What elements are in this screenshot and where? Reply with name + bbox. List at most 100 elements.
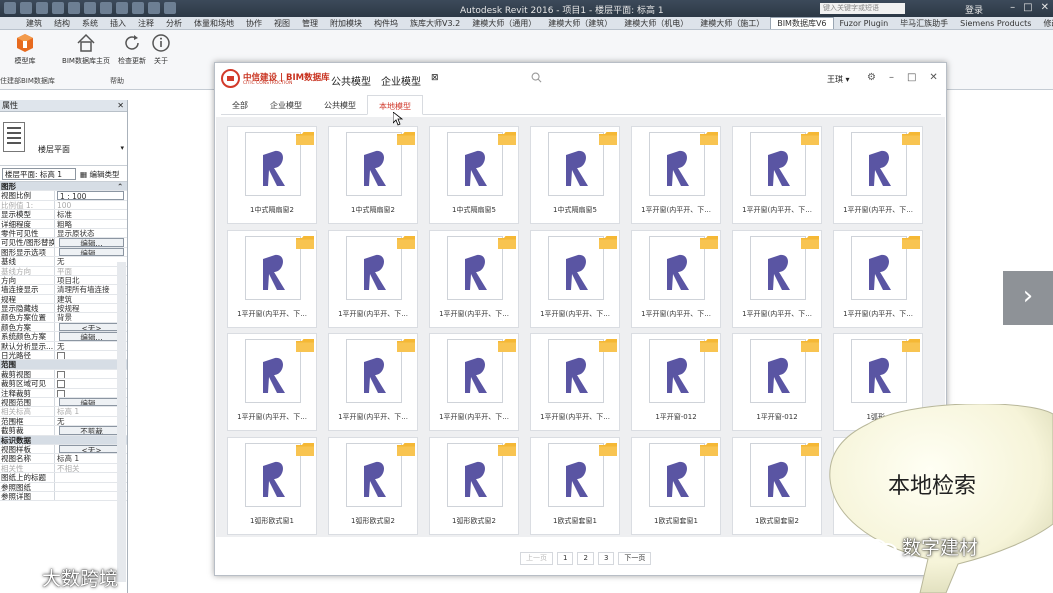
close-icon[interactable]: ✕ [929,72,937,83]
model-card[interactable]: 1欧式窗套窗2 [732,436,822,535]
ribbon-tab[interactable]: 建模大师（机电） [618,18,694,29]
model-card[interactable]: 1平开窗(内平开、下... [429,333,519,431]
model-card[interactable]: 1平开窗-012 [631,333,721,431]
ribbon-tab[interactable]: 系统 [76,18,104,29]
ribbon-tab[interactable]: Siemens Products [954,19,1037,28]
property-edit-button[interactable]: 不剪裁 [59,426,124,435]
model-card[interactable]: 1平开窗(内平开、下... [631,126,721,224]
minimize-icon[interactable]: – [1010,2,1015,13]
model-card[interactable]: 1平开窗(内平开、下... [328,229,418,328]
ribbon-tab[interactable]: 体量和场地 [188,18,240,29]
next-page-button[interactable]: 下一页 [618,552,652,565]
model-card[interactable]: 1弧形欧式窗1 [227,436,317,535]
ribbon-tab[interactable]: Fuzor Plugin [834,19,895,28]
model-card[interactable]: 1欧式窗套窗1 [631,436,721,535]
model-card[interactable]: 1欧式窗套窗1 [530,436,620,535]
model-card[interactable]: 1中式隔扇窗5 [530,126,620,224]
print-icon[interactable] [84,2,96,14]
collapse-icon[interactable]: ⌃ [115,182,127,190]
help-search-input[interactable]: 键入关键字或短语 [820,3,905,14]
ribbon-tab[interactable]: 视图 [268,18,296,29]
ribbon-tab[interactable]: 结构 [48,18,76,29]
ribbon-tab[interactable]: 建模大师（施工） [694,18,770,29]
property-value[interactable]: 1 : 100 [57,191,124,200]
nav-enterprise-models[interactable]: 企业模型 [381,73,421,88]
model-card[interactable]: 1平开窗(内平开、下... [833,229,923,328]
edit-type-button[interactable]: ▦ 编辑类型 [80,169,119,180]
tab-all[interactable]: 全部 [221,95,259,114]
model-card[interactable]: 1中式隔扇窗5 [429,126,519,224]
next-slide-button[interactable]: › [1003,271,1053,325]
page-2-button[interactable]: 2 [577,552,594,565]
ribbon-tab[interactable]: 建模大师（通用） [466,18,542,29]
property-edit-button[interactable]: 编辑... [59,238,124,247]
ribbon-tab[interactable]: 建模大师（建筑） [542,18,618,29]
page-3-button[interactable]: 3 [597,552,615,565]
model-card[interactable]: 1平开窗(内平开、下... [227,333,317,431]
model-card[interactable]: 1弧形欧式窗2 [429,436,519,535]
ribbon-tab[interactable]: 族库大师V3.2 [404,18,466,29]
property-edit-button[interactable]: <无> [59,322,124,332]
close-icon[interactable]: ✕ [1041,2,1049,13]
ribbon-tab[interactable]: 附加模块 [324,18,368,29]
section-icon[interactable] [148,2,160,14]
maximize-icon[interactable]: □ [1023,2,1032,13]
prev-page-button[interactable]: 上一页 [520,552,553,565]
model-card[interactable]: 1平开窗(内平开、下... [530,333,620,431]
model-card[interactable]: 1平开窗(内平开、下... [833,126,923,224]
close-icon[interactable]: ✕ [117,100,124,112]
model-card[interactable]: 1平开窗(内平开、下... [530,229,620,328]
settings-icon[interactable]: ⚙ [867,72,876,83]
type-selector[interactable]: 楼层平面 ▾ [0,112,127,166]
ribbon-tab[interactable]: BIM数据库V6 [770,17,834,29]
ribbon-tab[interactable]: 毕马汇族助手 [894,18,954,29]
login-link[interactable]: 登录 [965,3,983,16]
pin-icon[interactable]: ⊠ [431,73,439,88]
model-card[interactable]: 1平开窗(内平开、下... [429,229,519,328]
model-card[interactable]: 1平开窗(内平开、下... [732,126,822,224]
model-card[interactable]: 1弧形欧式窗2 [328,436,418,535]
save-icon[interactable] [36,2,48,14]
tab-public[interactable]: 公共模型 [313,95,367,114]
page-1-button[interactable]: 1 [557,552,574,565]
tab-enterprise[interactable]: 企业模型 [259,95,313,114]
model-card[interactable]: 1中式隔扇窗2 [227,126,317,224]
ribbon-tab[interactable]: 修改 [1037,18,1053,29]
instance-filter-select[interactable]: 楼层平面: 标高 1 [2,168,76,180]
model-card[interactable]: 1平开窗-012 [732,333,822,431]
property-section-header[interactable]: 图形 ⌃ [0,182,127,192]
property-edit-button[interactable]: 编辑... [59,247,124,257]
property-edit-button[interactable]: <无> [59,444,124,454]
property-edit-button[interactable]: 编辑... [59,332,124,341]
bim-home-button[interactable]: BIM数据库主页 [62,33,110,66]
ribbon-tab[interactable]: 构件坞 [368,18,404,29]
ribbon-tab[interactable]: 注释 [132,18,160,29]
maximize-icon[interactable]: □ [907,72,916,83]
model-card[interactable]: 1平开窗(内平开、下... [227,229,317,328]
3d-view-icon[interactable] [132,2,144,14]
redo-icon[interactable] [68,2,80,14]
search-icon[interactable] [531,72,542,83]
about-button[interactable]: 关于 [144,33,178,66]
ribbon-tab[interactable]: 管理 [296,18,324,29]
property-edit-button[interactable]: 编辑... [59,397,124,407]
property-section-header[interactable]: 范围⌃ [0,360,127,370]
undo-icon[interactable] [52,2,64,14]
model-card[interactable]: 1中式隔扇窗2 [328,126,418,224]
scrollbar[interactable] [117,262,126,582]
model-card[interactable]: 1平开窗(内平开、下... [631,229,721,328]
model-library-button[interactable]: 模型库 [8,33,42,66]
open-icon[interactable] [20,2,32,14]
ribbon-tab[interactable]: 插入 [104,18,132,29]
minimize-icon[interactable]: – [889,72,894,83]
close-hidden-icon[interactable] [164,2,176,14]
model-card[interactable]: 1平开窗(内平开、下... [732,229,822,328]
measure-icon[interactable] [100,2,112,14]
ribbon-tab[interactable]: 协作 [240,18,268,29]
user-menu[interactable]: 王琪 ▾ [827,74,850,85]
text-icon[interactable] [116,2,128,14]
app-menu-icon[interactable] [4,2,16,14]
nav-public-models[interactable]: 公共模型 [331,73,371,88]
ribbon-tab[interactable]: 建筑 [20,18,48,29]
model-card[interactable]: 1平开窗(内平开、下... [328,333,418,431]
